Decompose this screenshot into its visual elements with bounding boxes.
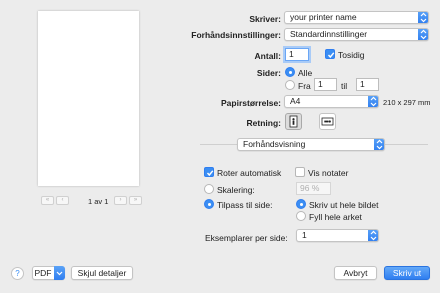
paper-size-select[interactable]: A4 bbox=[284, 95, 379, 108]
first-page-button[interactable]: « bbox=[41, 196, 54, 205]
copies-per-sheet-select[interactable]: 1 bbox=[296, 229, 379, 242]
orientation-landscape-button[interactable] bbox=[319, 113, 336, 130]
pages-all-label: Alle bbox=[298, 68, 313, 78]
chevron-down-icon bbox=[54, 266, 65, 280]
presets-label: Forhåndsinnstillinger: bbox=[191, 30, 281, 40]
two-sided-label: Tosidig bbox=[338, 50, 365, 60]
orientation-label: Retning: bbox=[246, 118, 281, 128]
print-button[interactable]: Skriv ut bbox=[384, 266, 430, 280]
auto-rotate-checkbox[interactable] bbox=[204, 167, 214, 177]
print-entire-image-label: Skriv ut hele bildet bbox=[309, 200, 379, 210]
checkmark-icon bbox=[206, 169, 213, 176]
popup-arrows-icon bbox=[418, 12, 428, 23]
popup-arrows-icon bbox=[368, 230, 378, 241]
presets-select[interactable]: Standardinnstillinger bbox=[284, 28, 429, 41]
scaling-label: Skalering: bbox=[217, 185, 255, 195]
pages-to-label: til bbox=[341, 81, 348, 91]
popup-arrows-icon bbox=[418, 29, 428, 40]
copies-field[interactable]: 1 bbox=[285, 48, 309, 61]
scaling-field[interactable]: 96 % bbox=[296, 182, 331, 195]
paper-size-label: Papirstørrelse: bbox=[221, 98, 281, 108]
pdf-menu-button[interactable]: PDF bbox=[32, 266, 65, 280]
print-entire-image-radio[interactable] bbox=[296, 199, 306, 209]
popup-arrows-icon bbox=[368, 96, 378, 107]
popup-arrows-icon bbox=[374, 139, 384, 150]
previous-page-button[interactable]: ‹ bbox=[56, 196, 69, 205]
fit-to-page-radio[interactable] bbox=[204, 199, 214, 209]
page-preview bbox=[38, 11, 139, 186]
show-notes-label: Vis notater bbox=[308, 168, 349, 178]
scaling-radio[interactable] bbox=[204, 184, 214, 194]
orientation-portrait-button[interactable] bbox=[285, 113, 302, 130]
page-indicator: 1 av 1 bbox=[88, 197, 109, 206]
fill-sheet-label: Fyll hele arket bbox=[309, 212, 362, 222]
landscape-person-icon bbox=[321, 117, 334, 126]
next-page-button[interactable]: › bbox=[114, 196, 127, 205]
pages-from-field[interactable]: 1 bbox=[314, 78, 337, 91]
pages-all-radio[interactable] bbox=[285, 67, 295, 77]
copies-label: Antall: bbox=[254, 51, 281, 61]
pages-label: Sider: bbox=[256, 68, 281, 78]
hide-details-button[interactable]: Skjul detaljer bbox=[71, 266, 133, 280]
copies-per-sheet-label: Eksemplarer per side: bbox=[205, 233, 288, 243]
section-menu-select[interactable]: Forhåndsvisning bbox=[237, 138, 385, 151]
pages-from-label: Fra bbox=[298, 81, 311, 91]
fill-sheet-radio[interactable] bbox=[296, 211, 306, 221]
pages-from-radio[interactable] bbox=[285, 80, 295, 90]
last-page-button[interactable]: » bbox=[129, 196, 142, 205]
help-button[interactable]: ? bbox=[11, 267, 24, 280]
auto-rotate-label: Roter automatisk bbox=[217, 168, 282, 178]
show-notes-checkbox[interactable] bbox=[295, 167, 305, 177]
portrait-person-icon bbox=[289, 115, 298, 128]
cancel-button[interactable]: Avbryt bbox=[334, 266, 377, 280]
checkmark-icon bbox=[327, 51, 334, 58]
printer-select[interactable]: your printer name bbox=[284, 11, 429, 24]
paper-dimensions: 210 x 297 mm bbox=[383, 98, 431, 107]
printer-label: Skriver: bbox=[249, 14, 281, 24]
fit-to-page-label: Tilpass til side: bbox=[217, 200, 273, 210]
pages-to-field[interactable]: 1 bbox=[356, 78, 379, 91]
two-sided-checkbox[interactable] bbox=[325, 49, 335, 59]
